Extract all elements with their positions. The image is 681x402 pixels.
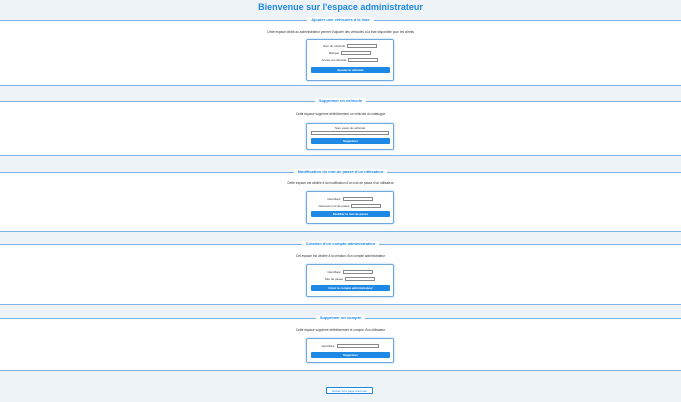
change-password-form: Identifiant Nouveau mot de passe Modifie…: [306, 191, 394, 224]
section-description: Cet espace est dédiée à la création d'un…: [295, 254, 386, 258]
brand-input[interactable]: [341, 50, 372, 55]
section-legend: Ajouter une véhicules à la liste: [0, 17, 681, 23]
year-input[interactable]: [348, 57, 379, 62]
new-password-input[interactable]: [351, 203, 382, 208]
change-password-section: Modification du mot de passe d'un utilis…: [0, 169, 681, 232]
create-admin-section: Création d'un compte administrateur Cet …: [0, 241, 681, 305]
delete-account-section: Supprimer un compte Cette espace supprim…: [0, 315, 681, 371]
create-admin-button[interactable]: Créer le compte administrateur: [311, 285, 390, 291]
admin-password-input[interactable]: [345, 276, 375, 281]
delete-account-button[interactable]: Supprimer: [311, 352, 390, 358]
section-legend: Supprimer un compte: [0, 315, 681, 321]
field-label: Identifiant: [327, 269, 341, 274]
delete-vehicle-section: Supprimer un véhicule Cette espace suppr…: [0, 98, 681, 156]
field-label: Nom du véhicule: [322, 43, 346, 48]
field-label: Marque: [328, 50, 340, 55]
change-password-button[interactable]: Modifier le mot de passe: [311, 211, 390, 217]
vehicle-exact-name-input[interactable]: [311, 131, 389, 135]
field-label: Année du véhicule: [321, 57, 347, 62]
add-vehicle-section: Ajouter une véhicules à la liste Cette e…: [0, 17, 681, 86]
user-id-input[interactable]: [342, 196, 373, 201]
create-admin-form: Identifiant Mot de passe Créer le compte…: [306, 264, 394, 297]
section-description: Cette espace dédié au administrateur per…: [267, 30, 414, 34]
section-legend: Création d'un compte administrateur: [0, 241, 681, 247]
field-label: Identifiant: [321, 343, 335, 348]
delete-vehicle-form: Nom exact du véhicule Supprimer: [306, 123, 394, 150]
section-legend: Supprimer un véhicule: [0, 98, 681, 104]
add-vehicle-button[interactable]: Ajouter le véhicule: [311, 67, 390, 73]
page-title: Bienvenue sur l'espace administrateur: [258, 2, 423, 12]
field-label: Nom exact du véhicule: [334, 126, 366, 130]
delete-vehicle-button[interactable]: Supprimer: [311, 138, 390, 144]
section-description: Cette espace supprime définitivement le …: [295, 328, 386, 332]
back-home-button[interactable]: Retour à la page d'accueil: [326, 387, 373, 394]
section-description: Cette espace est dédiée à la modificatio…: [287, 181, 394, 185]
field-label: Nouveau mot de passe: [318, 203, 350, 208]
account-id-input[interactable]: [336, 343, 379, 348]
add-vehicle-form: Nom du véhicule Marque Année du véhicule…: [306, 39, 394, 81]
delete-account-form: Identifiant Supprimer: [306, 338, 394, 363]
vehicle-name-input[interactable]: [347, 43, 378, 48]
section-description: Cette espace supprime définitivement un …: [295, 112, 386, 116]
section-legend: Modification du mot de passe d'un utilis…: [0, 169, 681, 175]
field-label: Identifiant: [327, 196, 341, 201]
field-label: Mot de passe: [324, 276, 343, 281]
admin-id-input[interactable]: [342, 269, 373, 274]
